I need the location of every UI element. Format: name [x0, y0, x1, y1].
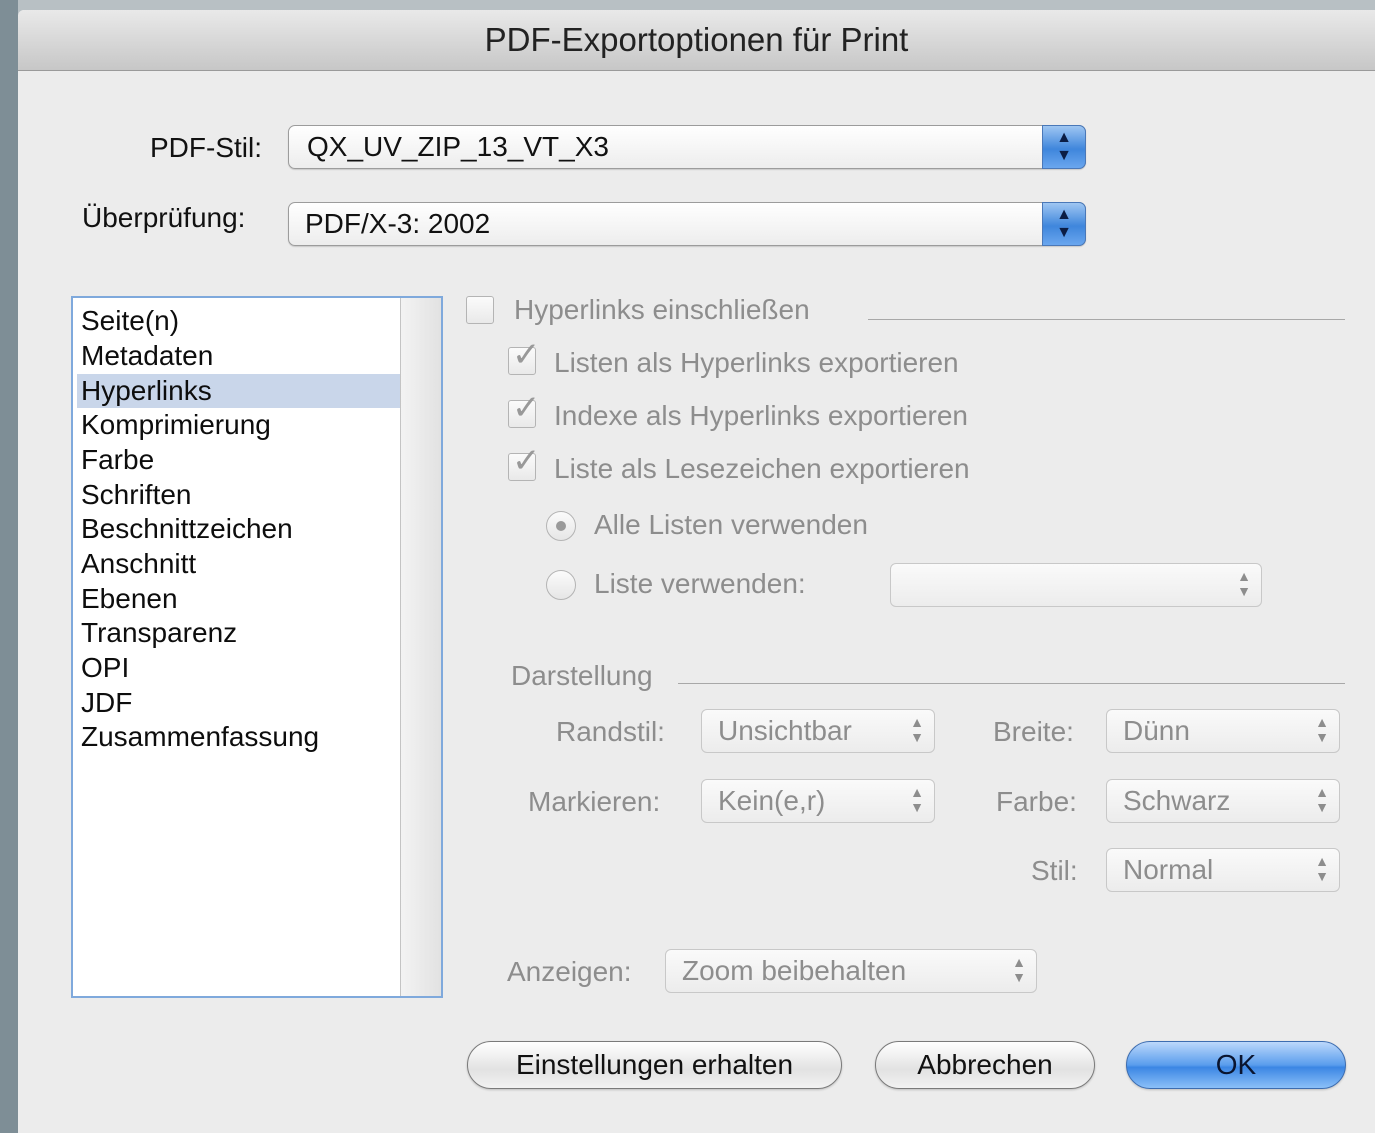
border-style-popup[interactable]: Unsichtbar ▲ ▼	[701, 709, 935, 753]
keep-settings-button[interactable]: Einstellungen erhalten	[467, 1041, 842, 1089]
highlight-popup[interactable]: Kein(e,r) ▲ ▼	[701, 779, 935, 823]
verification-popup[interactable]: PDF/X-3: 2002 ▲ ▼	[288, 202, 1086, 246]
list-item-zusammenfassung[interactable]: Zusammenfassung	[77, 720, 403, 754]
display-popup[interactable]: Zoom beibehalten ▲ ▼	[665, 949, 1037, 993]
section-divider	[678, 683, 1345, 684]
width-popup[interactable]: Dünn ▲ ▼	[1106, 709, 1340, 753]
include-hyperlinks-label: Hyperlinks einschließen	[514, 294, 810, 325]
pdf-style-popup[interactable]: QX_UV_ZIP_13_VT_X3 ▲ ▼	[288, 125, 1086, 169]
export-dialog: PDF-Exportoptionen für Print PDF-Stil: Q…	[18, 10, 1375, 1133]
popup-arrows-icon: ▲ ▼	[1315, 853, 1329, 884]
verification-label: Überprüfung:	[82, 202, 246, 233]
display-value: Zoom beibehalten	[682, 955, 907, 986]
color-label: Farbe:	[996, 786, 1077, 817]
check-icon: ✓	[512, 336, 541, 374]
highlight-value: Kein(e,r)	[718, 785, 826, 816]
popup-arrows-icon: ▲ ▼	[910, 714, 924, 745]
popup-arrows-icon: ▲ ▼	[910, 784, 924, 815]
export-bookmarks-checkbox[interactable]: ✓	[508, 444, 541, 481]
use-all-lists-label: Alle Listen verwenden	[594, 509, 868, 540]
appearance-section-title: Darstellung	[511, 660, 653, 691]
pdf-style-label: PDF-Stil:	[150, 132, 262, 163]
width-label: Breite:	[993, 716, 1074, 747]
list-item-schriften[interactable]: Schriften	[77, 478, 403, 512]
use-list-label: Liste verwenden:	[594, 568, 806, 599]
export-lists-checkbox[interactable]: ✓	[508, 338, 541, 375]
list-item-metadaten[interactable]: Metadaten	[77, 339, 403, 373]
popup-arrows-icon: ▲ ▼	[1012, 954, 1026, 985]
ok-button[interactable]: OK	[1126, 1041, 1346, 1089]
export-lists-label: Listen als Hyperlinks exportieren	[554, 347, 959, 378]
export-bookmarks-label: Liste als Lesezeichen exportieren	[554, 453, 970, 484]
list-item-opi[interactable]: OPI	[77, 651, 403, 685]
section-divider	[868, 319, 1345, 320]
dialog-title: PDF-Exportoptionen für Print	[18, 10, 1375, 71]
width-value: Dünn	[1123, 715, 1190, 746]
popup-arrows-icon: ▲ ▼	[1237, 568, 1251, 599]
list-item-beschnittzeichen[interactable]: Beschnittzeichen	[77, 512, 403, 546]
pdf-style-value: QX_UV_ZIP_13_VT_X3	[307, 131, 609, 162]
color-popup[interactable]: Schwarz ▲ ▼	[1106, 779, 1340, 823]
cancel-button[interactable]: Abbrechen	[875, 1041, 1095, 1089]
desktop-background-left	[0, 0, 18, 1133]
list-item-jdf[interactable]: JDF	[77, 686, 403, 720]
color-value: Schwarz	[1123, 785, 1231, 816]
list-item-transparenz[interactable]: Transparenz	[77, 616, 403, 650]
display-label: Anzeigen:	[507, 956, 632, 987]
border-style-value: Unsichtbar	[718, 715, 852, 746]
list-item-hyperlinks[interactable]: Hyperlinks	[77, 374, 403, 408]
include-hyperlinks-checkbox[interactable]	[466, 296, 494, 324]
export-indexes-checkbox[interactable]: ✓	[508, 391, 541, 428]
verification-value: PDF/X-3: 2002	[305, 208, 491, 239]
list-item-komprimierung[interactable]: Komprimierung	[77, 408, 403, 442]
popup-arrows-icon: ▲ ▼	[1315, 714, 1329, 745]
list-select-popup[interactable]: ▲ ▼	[890, 563, 1262, 607]
use-all-lists-radio[interactable]	[546, 511, 576, 541]
style-value: Normal	[1123, 854, 1214, 885]
list-item-anschnitt[interactable]: Anschnitt	[77, 547, 403, 581]
export-indexes-label: Indexe als Hyperlinks exportieren	[554, 400, 968, 431]
border-style-label: Randstil:	[556, 716, 665, 747]
list-item-seiten[interactable]: Seite(n)	[77, 304, 403, 338]
list-item-ebenen[interactable]: Ebenen	[77, 582, 403, 616]
check-icon: ✓	[512, 442, 541, 480]
style-popup[interactable]: Normal ▲ ▼	[1106, 848, 1340, 892]
popup-arrows-icon: ▲ ▼	[1315, 784, 1329, 815]
check-icon: ✓	[512, 389, 541, 427]
style-label: Stil:	[1031, 855, 1078, 886]
list-scrollbar[interactable]	[400, 298, 441, 996]
highlight-label: Markieren:	[528, 786, 661, 817]
use-list-radio[interactable]	[546, 570, 576, 600]
list-item-farbe[interactable]: Farbe	[77, 443, 403, 477]
radio-selected-dot	[556, 521, 566, 531]
category-list[interactable]: Seite(n) Metadaten Hyperlinks Komprimier…	[71, 296, 443, 998]
popup-arrows-icon: ▲ ▼	[1042, 202, 1086, 246]
popup-arrows-icon: ▲ ▼	[1042, 125, 1086, 169]
